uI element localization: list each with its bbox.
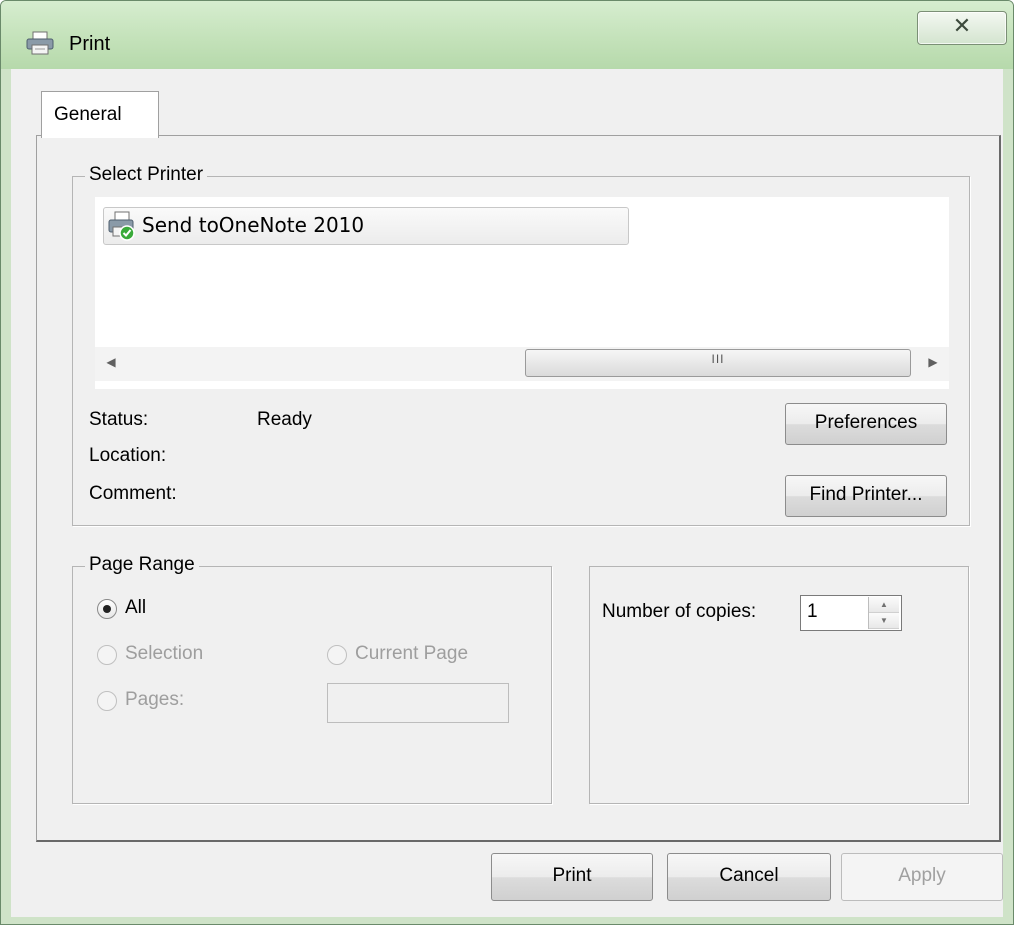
scroll-left-icon[interactable]: ◀ [101, 355, 121, 375]
comment-label: Comment: [89, 483, 177, 504]
spin-up-icon[interactable]: ▲ [869, 597, 899, 613]
radio-selection-label[interactable]: Selection [125, 643, 203, 665]
radio-pages[interactable] [97, 691, 117, 711]
close-button[interactable]: ✕ [917, 11, 1007, 45]
status-label: Status: [89, 409, 149, 430]
spin-down-icon[interactable]: ▼ [869, 613, 899, 629]
scrollbar-thumb[interactable]: III [525, 349, 911, 377]
preferences-button[interactable]: Preferences [785, 403, 947, 445]
printer-list[interactable]: Send toOneNote 2010 ◀ III ▶ [95, 197, 949, 389]
printer-icon [26, 31, 54, 55]
print-dialog: Print ✕ General Select Printer Send toOn… [0, 0, 1014, 925]
dialog-body: General Select Printer Send toOneNote 20… [11, 69, 1003, 917]
scroll-grip-icon: III [711, 352, 725, 366]
radio-selection[interactable] [97, 645, 117, 665]
print-button[interactable]: Print [491, 853, 653, 901]
copies-spinner[interactable]: ▲ ▼ [868, 597, 899, 629]
scroll-right-icon[interactable]: ▶ [923, 355, 943, 375]
printer-name: Send toOneNote 2010 [142, 213, 365, 237]
close-icon: ✕ [952, 14, 972, 39]
radio-all[interactable] [97, 599, 117, 619]
radio-pages-label[interactable]: Pages: [125, 689, 184, 711]
window-title: Print [69, 33, 111, 55]
page-range-group: Page Range All Selection Current Page Pa… [72, 554, 552, 804]
page-range-legend: Page Range [85, 554, 199, 576]
radio-current-page[interactable] [327, 645, 347, 665]
printer-default-icon [108, 211, 135, 241]
title-bar: Print ✕ [1, 1, 1013, 69]
status-value: Ready [257, 409, 312, 430]
pages-input[interactable] [327, 683, 509, 723]
radio-current-page-label[interactable]: Current Page [355, 643, 468, 665]
radio-selected-dot [103, 605, 111, 613]
radio-all-label[interactable]: All [125, 597, 146, 619]
apply-button[interactable]: Apply [841, 853, 1003, 901]
copies-value: 1 [807, 601, 818, 622]
copies-group: Number of copies: 1 ▲ ▼ [589, 566, 969, 804]
find-printer-button[interactable]: Find Printer... [785, 475, 947, 517]
horizontal-scrollbar[interactable]: ◀ III ▶ [95, 347, 949, 381]
tab-general[interactable]: General [41, 91, 159, 138]
cancel-button[interactable]: Cancel [667, 853, 831, 901]
tab-general-label: General [54, 104, 122, 125]
location-label: Location: [89, 445, 167, 466]
general-tab-panel: Select Printer Send toOneNote 2010 ◀ III… [36, 135, 1001, 842]
select-printer-legend: Select Printer [85, 164, 208, 186]
number-of-copies-label: Number of copies: [602, 601, 757, 622]
printer-item-send-to-onenote[interactable]: Send toOneNote 2010 [103, 207, 629, 245]
select-printer-group: Select Printer Send toOneNote 2010 ◀ III… [72, 164, 970, 526]
